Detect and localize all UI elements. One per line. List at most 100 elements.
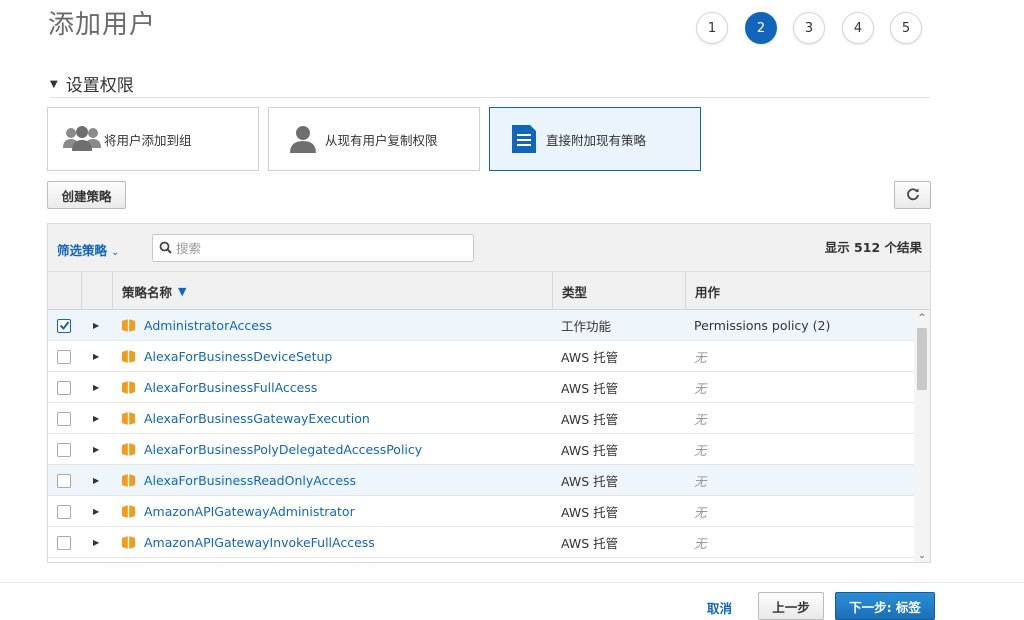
refresh-button[interactable] bbox=[894, 181, 931, 209]
refresh-icon bbox=[906, 187, 920, 204]
policy-icon bbox=[121, 318, 136, 333]
table-row[interactable]: ▶ AlexaForBusinessFullAccess AWS 托管 无 bbox=[48, 372, 916, 403]
step-4[interactable]: 4 bbox=[842, 12, 874, 44]
step-3[interactable]: 3 bbox=[793, 12, 825, 44]
header-select-col bbox=[48, 272, 81, 310]
row-expand-cell: ▶ bbox=[93, 496, 105, 527]
policy-icon bbox=[121, 349, 136, 364]
row-select-cell bbox=[57, 341, 77, 372]
cancel-button[interactable]: 取消 bbox=[707, 598, 732, 617]
expand-arrow-icon[interactable]: ▶ bbox=[93, 321, 99, 330]
row-select-cell bbox=[57, 372, 77, 403]
scroll-up-icon[interactable]: ^ bbox=[914, 310, 930, 326]
policy-name-link[interactable]: AmazonAPIGatewayInvokeFullAccess bbox=[144, 535, 375, 550]
search-box[interactable] bbox=[152, 234, 474, 262]
table-row[interactable]: ▶ AlexaForBusinessGatewayExecution AWS 托管 无 bbox=[48, 403, 916, 434]
row-name-cell: AlexaForBusinessReadOnlyAccess bbox=[121, 465, 551, 496]
policy-type: AWS 托管 bbox=[561, 381, 619, 396]
table-scrollbar[interactable]: ^ ⌄ bbox=[914, 310, 930, 562]
filter-policies-dropdown[interactable]: 筛选策略 ⌄ bbox=[57, 240, 119, 259]
policy-icon bbox=[121, 380, 136, 395]
expand-arrow-icon[interactable]: ▶ bbox=[93, 352, 99, 361]
policy-usage: 无 bbox=[694, 381, 707, 396]
policy-type: AWS 托管 bbox=[561, 536, 619, 551]
row-checkbox[interactable] bbox=[57, 349, 71, 364]
step-5[interactable]: 5 bbox=[890, 12, 922, 44]
header-name-label: 策略名称 bbox=[122, 284, 173, 300]
policy-icon bbox=[121, 411, 136, 426]
row-expand-cell: ▶ bbox=[93, 465, 105, 496]
policy-name-link[interactable]: AmazonAPIGatewayAdministrator bbox=[144, 504, 355, 519]
policy-name-link[interactable]: AlexaForBusinessGatewayExecution bbox=[144, 411, 370, 426]
row-name-cell: AlexaForBusinessPolyDelegatedAccessPolic… bbox=[121, 434, 551, 465]
policy-usage: 无 bbox=[694, 443, 707, 458]
table-row[interactable]: ▶ AlexaForBusinessPolyDelegatedAccessPoli… bbox=[48, 434, 916, 465]
table-row[interactable]: ▶ AmazonAPIGatewayAdministrator AWS 托管 无 bbox=[48, 496, 916, 527]
row-select-cell bbox=[57, 527, 77, 558]
row-expand-cell: ▶ bbox=[93, 341, 105, 372]
row-checkbox[interactable] bbox=[57, 442, 71, 457]
policy-usage: Permissions policy (2) bbox=[694, 318, 831, 333]
section-header-permissions[interactable]: ▼ 设置权限 bbox=[50, 70, 930, 98]
expand-arrow-icon[interactable]: ▶ bbox=[93, 507, 99, 516]
step-2[interactable]: 2 bbox=[745, 12, 777, 44]
row-checkbox[interactable] bbox=[57, 380, 71, 395]
option-copy-permissions[interactable]: 从现有用户复制权限 bbox=[268, 107, 480, 171]
option-label: 从现有用户复制权限 bbox=[325, 132, 438, 148]
policy-icon bbox=[121, 535, 136, 550]
policy-name-link[interactable]: AdministratorAccess bbox=[144, 318, 272, 333]
policy-name-link[interactable]: AlexaForBusinessFullAccess bbox=[144, 380, 317, 395]
step-indicator: 1 2 3 4 5 bbox=[0, 12, 1024, 44]
expand-arrow-icon[interactable]: ▶ bbox=[93, 445, 99, 454]
header-policy-name[interactable]: 策略名称 ▼ bbox=[112, 272, 552, 310]
sort-desc-icon: ▼ bbox=[178, 284, 187, 298]
expand-arrow-icon[interactable]: ▶ bbox=[93, 538, 99, 547]
expand-arrow-icon[interactable]: ▶ bbox=[93, 476, 99, 485]
table-row[interactable]: ▶ AdministratorAccess 工作功能 Permissions poli… bbox=[48, 310, 916, 341]
option-attach-policies[interactable]: 直接附加现有策略 bbox=[489, 107, 701, 171]
option-label: 将用户添加到组 bbox=[104, 132, 192, 148]
table-row[interactable]: ▶ AmazonAPIGatewayInvokeFullAccess AWS 托管 无 bbox=[48, 527, 916, 558]
policy-usage: 无 bbox=[694, 350, 707, 365]
scroll-down-icon[interactable]: ⌄ bbox=[914, 548, 930, 562]
row-expand-cell: ▶ bbox=[93, 403, 105, 434]
row-name-cell: AlexaForBusinessFullAccess bbox=[121, 372, 551, 403]
expand-arrow-icon[interactable]: ▶ bbox=[93, 383, 99, 392]
policy-icon bbox=[121, 473, 136, 488]
row-checkbox[interactable] bbox=[57, 411, 71, 426]
policy-usage: 无 bbox=[694, 412, 707, 427]
row-expand-cell: ▶ bbox=[93, 434, 105, 465]
policy-type: AWS 托管 bbox=[561, 350, 619, 365]
row-name-cell: AlexaForBusinessGatewayExecution bbox=[121, 403, 551, 434]
policy-table: 筛选策略⌄ 显示 512 个结果 策略名称▼ 类型 用作 ▶Administra… bbox=[47, 223, 931, 563]
row-checkbox[interactable] bbox=[57, 535, 71, 550]
header-usage[interactable]: 用作 bbox=[685, 272, 930, 310]
search-input[interactable] bbox=[176, 240, 456, 256]
policy-type: AWS 托管 bbox=[561, 443, 619, 458]
table-row[interactable]: ▶ AlexaForBusinessDeviceSetup AWS 托管 无 bbox=[48, 341, 916, 372]
row-expand-cell: ▶ bbox=[93, 310, 105, 341]
policy-name-link[interactable]: AlexaForBusinessReadOnlyAccess bbox=[144, 473, 356, 488]
scrollbar-thumb[interactable] bbox=[917, 328, 927, 390]
policy-usage: 无 bbox=[694, 536, 707, 551]
policy-usage: 无 bbox=[694, 474, 707, 489]
table-header: 策略名称 ▼ 类型 用作 bbox=[48, 272, 930, 310]
policy-name-link[interactable]: AlexaForBusinessDeviceSetup bbox=[144, 349, 332, 364]
policy-type: AWS 托管 bbox=[561, 412, 619, 427]
expand-arrow-icon[interactable]: ▶ bbox=[93, 414, 99, 423]
row-checkbox[interactable] bbox=[57, 318, 71, 333]
table-row[interactable]: ▶ AlexaForBusinessReadOnlyAccess AWS 托管 无 bbox=[48, 465, 916, 496]
header-type[interactable]: 类型 bbox=[552, 272, 685, 310]
wizard-footer: 取消 上一步 下一步: 标签 bbox=[0, 582, 1024, 620]
policy-type: AWS 托管 bbox=[561, 474, 619, 489]
row-checkbox[interactable] bbox=[57, 504, 71, 519]
row-select-cell bbox=[57, 465, 77, 496]
step-1[interactable]: 1 bbox=[696, 12, 728, 44]
policy-name-link[interactable]: AlexaForBusinessPolyDelegatedAccessPolic… bbox=[144, 442, 422, 457]
option-add-to-group[interactable]: 将用户添加到组 bbox=[47, 107, 259, 171]
create-policy-button[interactable]: 创建策略 bbox=[47, 181, 126, 209]
policy-icon bbox=[121, 442, 136, 457]
row-checkbox[interactable] bbox=[57, 473, 71, 488]
search-icon bbox=[159, 239, 172, 258]
group-icon bbox=[60, 123, 104, 155]
